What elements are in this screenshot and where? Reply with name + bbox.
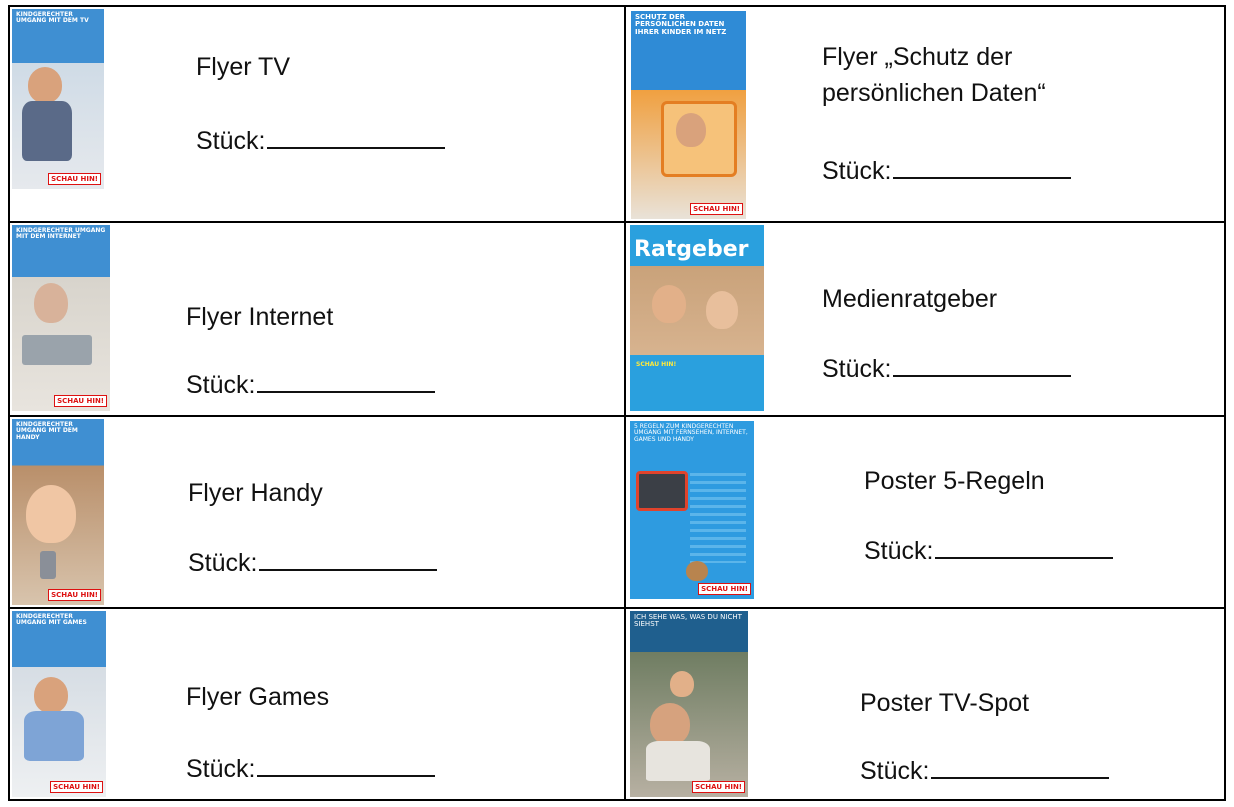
item-medienratgeber: Ratgeber SCHAU HIN! Medienratgeber Stück… <box>626 223 1226 415</box>
phone-icon <box>40 551 56 579</box>
thumb-title: KINDGERECHTER UMGANG MIT DEM HANDY <box>16 421 78 441</box>
quantity-field[interactable]: Stück: <box>186 753 436 784</box>
quantity-field[interactable]: Stück: <box>864 535 1114 566</box>
boy-shirt-icon <box>24 711 84 761</box>
item-title: Poster 5-Regeln <box>864 467 1045 495</box>
quantity-blank-line[interactable] <box>935 535 1114 559</box>
quantity-label: Stück: <box>196 127 266 155</box>
girl-photo-icon <box>26 485 76 543</box>
thumb-title: 5 REGELN ZUM KINDGERECHTEN UMGANG MIT FE… <box>634 423 748 443</box>
thumb-title: KINDGERECHTER UMGANG MIT DEM TV <box>16 11 89 25</box>
quantity-label: Stück: <box>822 355 892 383</box>
quantity-field[interactable]: Stück: <box>196 125 446 156</box>
child-shirt-icon <box>22 101 72 161</box>
quantity-field[interactable]: Stück: <box>188 547 438 578</box>
item-title: Flyer Games <box>186 683 330 711</box>
teddy-bear-icon <box>686 561 708 581</box>
quantity-field[interactable]: Stück: <box>822 353 1072 384</box>
thumb-subtitle: SCHAU HIN! <box>636 361 677 368</box>
thumb-title: SCHUTZ DER PERSÖNLICHEN DATEN IHRER KIND… <box>635 13 727 36</box>
quantity-label: Stück: <box>860 757 930 785</box>
quantity-blank-line[interactable] <box>893 353 1072 377</box>
quantity-blank-line[interactable] <box>257 753 436 777</box>
child-photo-icon <box>670 671 694 697</box>
item-title: Flyer „Schutz der <box>822 43 1013 71</box>
quantity-label: Stück: <box>864 537 934 565</box>
adult-photo-icon <box>652 285 686 323</box>
schau-hin-logo: SCHAU HIN! <box>54 395 107 407</box>
flyer-handy-thumbnail: KINDGERECHTER UMGANG MIT DEM HANDY SCHAU… <box>12 419 104 605</box>
item-title: Medienratgeber <box>822 285 998 313</box>
tv-screen-icon <box>636 471 688 511</box>
quantity-blank-line[interactable] <box>259 547 438 571</box>
flyer-tv-thumbnail: KINDGERECHTER UMGANG MIT DEM TV SCHAU HI… <box>12 9 104 189</box>
flyer-internet-thumbnail: KINDGERECHTER UMGANG MIT DEM INTERNET SC… <box>12 225 110 411</box>
schau-hin-logo: SCHAU HIN! <box>50 781 103 793</box>
quantity-label: Stück: <box>186 755 256 783</box>
item-poster-tv-spot: ICH SEHE WAS, WAS DU NICHT SIEHST SCHAU … <box>626 609 1226 799</box>
item-flyer-internet: KINDGERECHTER UMGANG MIT DEM INTERNET SC… <box>10 223 624 415</box>
quantity-field[interactable]: Stück: <box>822 155 1072 186</box>
boy-photo-icon <box>34 677 68 713</box>
child-photo-icon <box>676 113 706 147</box>
schau-hin-logo: SCHAU HIN! <box>698 583 751 595</box>
quantity-blank-line[interactable] <box>893 155 1072 179</box>
item-title: Poster TV-Spot <box>860 689 1030 717</box>
item-flyer-datenschutz: SCHUTZ DER PERSÖNLICHEN DATEN IHRER KIND… <box>626 7 1226 221</box>
adult-photo-icon <box>650 703 690 745</box>
thumb-title: ICH SEHE WAS, WAS DU NICHT SIEHST <box>634 613 742 629</box>
quantity-field[interactable]: Stück: <box>860 755 1110 786</box>
child-photo-icon <box>34 283 68 323</box>
quantity-blank-line[interactable] <box>931 755 1110 779</box>
schau-hin-logo: SCHAU HIN! <box>692 781 745 793</box>
item-title: Flyer Internet <box>186 303 334 331</box>
laptop-icon <box>22 335 92 365</box>
quantity-blank-line[interactable] <box>267 125 446 149</box>
schau-hin-logo: SCHAU HIN! <box>690 203 743 215</box>
medienratgeber-thumbnail: Ratgeber SCHAU HIN! <box>630 225 764 411</box>
quantity-label: Stück: <box>188 549 258 577</box>
quantity-blank-line[interactable] <box>257 369 436 393</box>
item-poster-5-regeln: 5 REGELN ZUM KINDGERECHTEN UMGANG MIT FE… <box>626 417 1226 607</box>
item-flyer-games: KINDGERECHTER UMGANG MIT GAMES SCHAU HIN… <box>10 609 624 799</box>
quantity-label: Stück: <box>822 157 892 185</box>
thumb-title: KINDGERECHTER UMGANG MIT GAMES <box>16 613 87 627</box>
poster-tv-spot-thumbnail: ICH SEHE WAS, WAS DU NICHT SIEHST SCHAU … <box>630 611 748 797</box>
rules-text-block <box>690 473 746 563</box>
quantity-field[interactable]: Stück: <box>186 369 436 400</box>
order-form-table: KINDGERECHTER UMGANG MIT DEM TV SCHAU HI… <box>8 5 1226 801</box>
schau-hin-logo: SCHAU HIN! <box>48 589 101 601</box>
item-title-line2: persönlichen Daten“ <box>822 79 1046 107</box>
item-title: Flyer TV <box>196 53 290 81</box>
child-photo-icon <box>706 291 738 329</box>
quantity-label: Stück: <box>186 371 256 399</box>
flyer-datenschutz-thumbnail: SCHUTZ DER PERSÖNLICHEN DATEN IHRER KIND… <box>631 11 746 219</box>
item-title: Flyer Handy <box>188 479 323 507</box>
child-photo-icon <box>28 67 62 103</box>
schau-hin-logo: SCHAU HIN! <box>48 173 101 185</box>
thumb-title: Ratgeber <box>634 237 749 262</box>
flyer-games-thumbnail: KINDGERECHTER UMGANG MIT GAMES SCHAU HIN… <box>12 611 106 797</box>
poster-5-regeln-thumbnail: 5 REGELN ZUM KINDGERECHTEN UMGANG MIT FE… <box>630 421 754 599</box>
item-flyer-tv: KINDGERECHTER UMGANG MIT DEM TV SCHAU HI… <box>10 7 624 221</box>
item-flyer-handy: KINDGERECHTER UMGANG MIT DEM HANDY SCHAU… <box>10 417 624 607</box>
adult-shirt-icon <box>646 741 710 781</box>
thumb-title: KINDGERECHTER UMGANG MIT DEM INTERNET <box>16 227 106 241</box>
